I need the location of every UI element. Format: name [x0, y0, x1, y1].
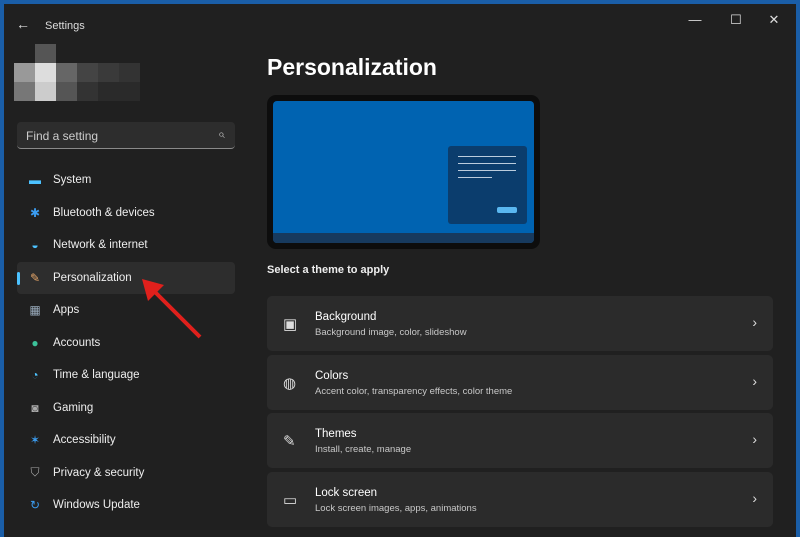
- network-internet-icon: ◒: [31, 238, 39, 253]
- sidebar-item-label: Windows Update: [53, 499, 140, 512]
- sidebar-item-gaming[interactable]: ◙ Gaming: [17, 392, 235, 425]
- card-description: Install, create, manage: [315, 444, 412, 455]
- sidebar-item-label: Time & language: [53, 369, 140, 382]
- sidebar-item-label: Apps: [53, 304, 80, 317]
- search-input[interactable]: Find a setting ⌕: [17, 122, 235, 149]
- theme-preview[interactable]: [267, 95, 540, 249]
- sidebar-item-label: Network & internet: [53, 239, 148, 252]
- page-title: Personalization: [267, 54, 437, 80]
- sidebar-item-system[interactable]: ▬ System: [17, 164, 235, 197]
- accounts-icon: ●: [31, 335, 39, 350]
- sidebar-item-label: Accessibility: [53, 434, 116, 447]
- sidebar-item-label: Accounts: [53, 336, 101, 349]
- card-title: Themes: [315, 428, 357, 440]
- background-icon: ▣: [283, 316, 298, 333]
- bluetooth-devices-icon: ✱: [29, 205, 41, 220]
- card-themes[interactable]: ✎ Themes Install, create, manage ›: [267, 413, 773, 468]
- card-description: Lock screen images, apps, animations: [315, 502, 477, 514]
- search-icon: ⌕: [218, 127, 225, 141]
- sidebar-item-label: Personalization: [53, 271, 132, 284]
- settings-window: ← Settings — ☐ ✕ Find a setting ⌕ ▬ Syste…: [4, 4, 796, 537]
- card-title: Colors: [315, 369, 349, 382]
- card-lock-screen[interactable]: ▭ Lock screen Lock screen images, apps, an…: [267, 471, 773, 527]
- card-description: Background image, color, slideshow: [315, 327, 467, 338]
- sidebar-item-label: System: [53, 174, 92, 187]
- title-bar: ← Settings — ☐ ✕: [4, 4, 796, 44]
- settings-cards: ▣ Background Background image, color, slid…: [267, 296, 773, 530]
- sidebar-nav: ▬ System ✱ Bluetooth & devices ◒ Network & in…: [17, 164, 235, 522]
- theme-section-label: Select a theme to apply: [267, 264, 390, 276]
- sidebar-item-bluetooth-devices[interactable]: ✱ Bluetooth & devices: [17, 197, 235, 230]
- maximize-button[interactable]: ☐: [721, 12, 751, 28]
- chevron-right-icon: ›: [752, 431, 757, 447]
- sidebar-item-personalization[interactable]: ✎ Personalization: [17, 261, 235, 294]
- colors-icon: ◍: [283, 374, 297, 392]
- chevron-right-icon: ›: [752, 372, 757, 389]
- sidebar-item-label: Gaming: [53, 401, 94, 414]
- preview-desktop: [273, 101, 534, 243]
- minimize-button[interactable]: —: [680, 12, 710, 27]
- user-avatar-blurred: [14, 44, 140, 101]
- personalization-icon: ✎: [29, 270, 41, 285]
- back-button[interactable]: ←: [16, 16, 30, 32]
- sidebar-item-accounts[interactable]: ● Accounts: [17, 327, 235, 360]
- themes-icon: ✎: [283, 433, 296, 450]
- apps-icon: ▦: [29, 303, 41, 318]
- sidebar-item-windows-update[interactable]: ↻ Windows Update: [17, 489, 235, 522]
- card-colors[interactable]: ◍ Colors Accent color, transparency effect…: [267, 354, 773, 410]
- accessibility-icon: ✶: [29, 433, 41, 448]
- close-button[interactable]: ✕: [759, 12, 789, 28]
- card-background[interactable]: ▣ Background Background image, color, slid…: [267, 296, 773, 351]
- system-icon: ▬: [29, 173, 41, 188]
- sidebar-item-accessibility[interactable]: ✶ Accessibility: [17, 424, 235, 457]
- windows-update-icon: ↻: [29, 498, 41, 513]
- preview-dialog: [448, 146, 527, 224]
- sidebar-item-label: Privacy & security: [53, 466, 145, 479]
- search-placeholder: Find a setting: [26, 129, 99, 143]
- sidebar-item-apps[interactable]: ▦ Apps: [17, 294, 235, 327]
- time-language-icon: ◔: [31, 368, 39, 383]
- sidebar-item-label: Bluetooth & devices: [53, 206, 155, 219]
- lock-screen-icon: ▭: [283, 491, 298, 509]
- sidebar-item-time-language[interactable]: ◔ Time & language: [17, 359, 235, 392]
- card-title: Lock screen: [315, 486, 378, 499]
- chevron-right-icon: ›: [752, 314, 757, 330]
- preview-taskbar: [273, 233, 534, 243]
- app-title: Settings: [45, 20, 85, 32]
- card-title: Background: [315, 311, 377, 323]
- chevron-right-icon: ›: [752, 489, 757, 506]
- card-description: Accent color, transparency effects, colo…: [315, 385, 513, 397]
- privacy-security-icon: ⛉: [30, 465, 40, 480]
- sidebar-item-network-internet[interactable]: ◒ Network & internet: [17, 229, 235, 262]
- sidebar-item-privacy-security[interactable]: ⛉ Privacy & security: [17, 457, 235, 490]
- gaming-icon: ◙: [31, 400, 39, 415]
